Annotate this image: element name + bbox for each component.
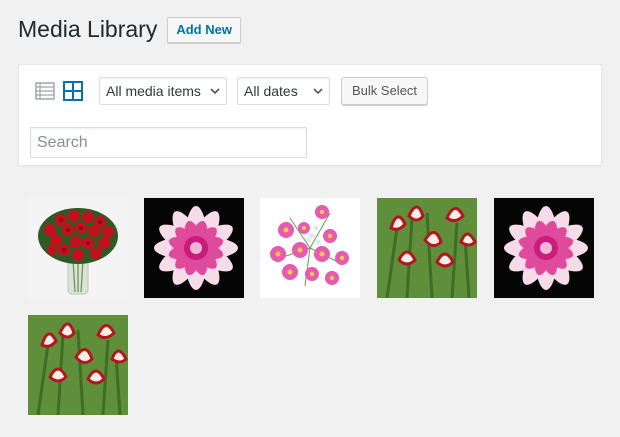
striped-lilies-image	[28, 315, 128, 415]
chevron-down-icon	[210, 88, 220, 95]
media-type-filter[interactable]: All media items	[99, 77, 227, 105]
bulk-select-button[interactable]: Bulk Select	[341, 77, 429, 105]
date-filter-value: All dates	[244, 83, 298, 99]
attachment-thumbnail[interactable]	[144, 198, 244, 298]
search-input[interactable]	[30, 127, 307, 158]
pink-dahlia-image	[144, 198, 244, 298]
red-roses-image	[28, 198, 128, 298]
media-toolbar: All media items All dates Bulk Select	[18, 64, 602, 166]
striped-lilies-image	[377, 198, 477, 298]
list-view-icon[interactable]	[35, 81, 55, 101]
attachment-thumbnail[interactable]	[28, 198, 128, 298]
date-filter[interactable]: All dates	[237, 77, 330, 105]
pink-dahlia-image	[494, 198, 594, 298]
media-type-filter-value: All media items	[106, 83, 201, 99]
attachment-thumbnail[interactable]	[260, 198, 360, 298]
pink-daisies-image	[260, 198, 360, 298]
chevron-down-icon	[313, 88, 323, 95]
page-title: Media Library	[18, 16, 158, 42]
grid-view-icon[interactable]	[63, 81, 83, 101]
attachment-thumbnail[interactable]	[28, 315, 128, 415]
attachment-thumbnail[interactable]	[377, 198, 477, 298]
add-new-button[interactable]: Add New	[167, 17, 241, 43]
page-header: Media Library Add New	[18, 14, 241, 44]
attachment-thumbnail[interactable]	[494, 198, 594, 298]
